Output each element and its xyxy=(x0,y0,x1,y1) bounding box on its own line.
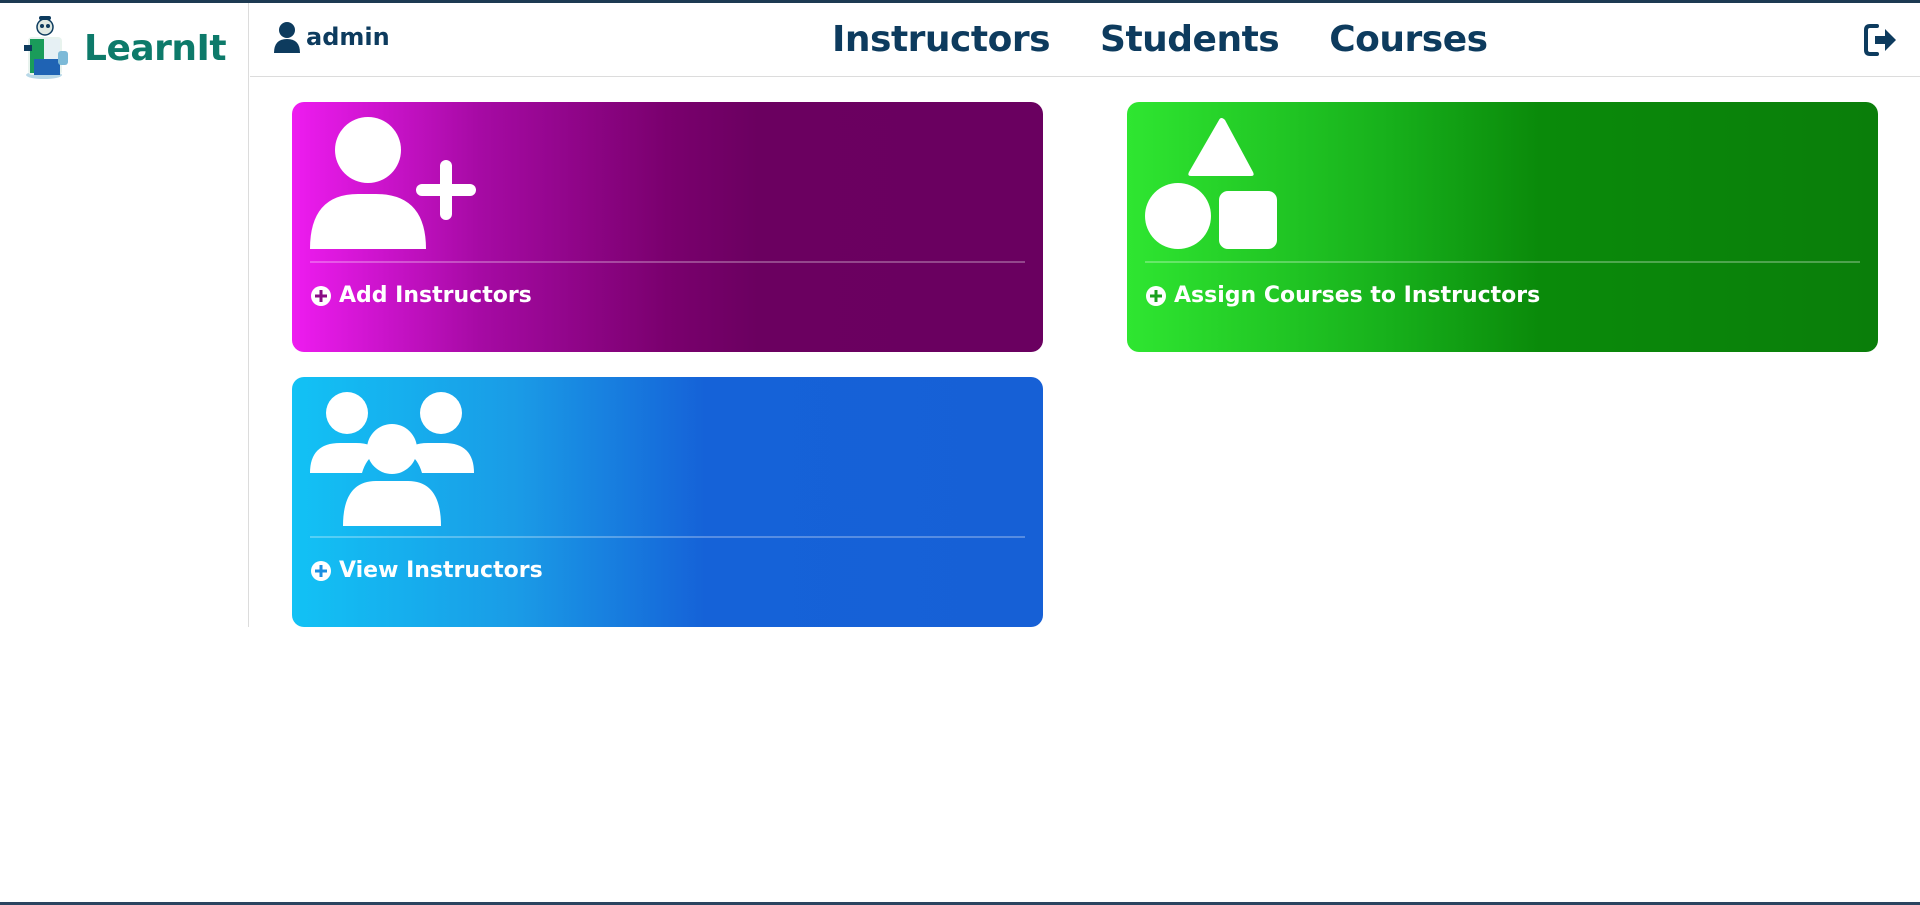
plus-circle-icon xyxy=(311,560,331,581)
user-name: admin xyxy=(306,23,390,51)
view-instructors-label: View Instructors xyxy=(339,558,543,583)
card-divider xyxy=(310,536,1025,538)
nav-instructors[interactable]: Instructors xyxy=(832,19,1051,60)
main-nav: Instructors Students Courses xyxy=(832,19,1488,60)
card-divider xyxy=(1145,261,1860,263)
assign-courses-label: Assign Courses to Instructors xyxy=(1174,283,1541,308)
assign-courses-action[interactable]: Assign Courses to Instructors xyxy=(1145,283,1540,308)
nav-courses[interactable]: Courses xyxy=(1329,19,1488,60)
assign-courses-card[interactable]: Assign Courses to Instructors xyxy=(1127,102,1878,352)
view-instructors-action[interactable]: View Instructors xyxy=(310,558,543,583)
add-instructors-label: Add Instructors xyxy=(339,283,532,308)
user-plus-icon xyxy=(310,117,476,249)
shapes-icon xyxy=(1145,118,1277,249)
card-divider xyxy=(310,261,1025,263)
add-instructors-card[interactable]: Add Instructors xyxy=(292,102,1043,352)
users-group-icon xyxy=(310,392,474,526)
add-instructors-action[interactable]: Add Instructors xyxy=(310,283,532,308)
top-bar: admin Instructors Students Courses xyxy=(250,3,1920,77)
plus-circle-icon xyxy=(1146,285,1166,306)
view-instructors-card[interactable]: View Instructors xyxy=(292,377,1043,627)
sidebar: LearnIt xyxy=(0,3,249,627)
learnit-logo-icon xyxy=(24,16,68,79)
user-profile[interactable]: admin xyxy=(274,21,390,53)
nav-students[interactable]: Students xyxy=(1100,19,1280,60)
brand-name: LearnIt xyxy=(84,27,227,69)
logout-icon[interactable] xyxy=(1864,23,1898,57)
user-icon xyxy=(274,22,300,53)
plus-circle-icon xyxy=(311,285,331,306)
brand[interactable]: LearnIt xyxy=(14,15,227,81)
